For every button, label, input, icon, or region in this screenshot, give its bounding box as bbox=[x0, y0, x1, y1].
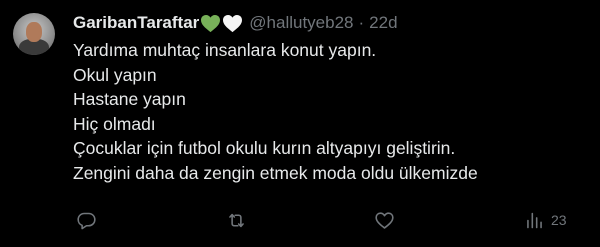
tweet-text-line: Çocuklar için futbol okulu kurın altyapı… bbox=[73, 138, 456, 159]
tweet-header: GaribanTaraftar @hallutyeb28 · 22d bbox=[73, 12, 398, 34]
views-count: 23 bbox=[551, 212, 567, 228]
separator-dot: · bbox=[358, 13, 365, 32]
tweet-text-line: Hiç olmadı bbox=[73, 113, 156, 134]
tweet-text-line: Zengini daha da zengin etmek moda oldu ü… bbox=[73, 162, 478, 183]
white-heart-icon bbox=[223, 14, 243, 32]
tweet-text: Yardıma muhtaç insanlara konut yapın. Ok… bbox=[73, 38, 593, 186]
display-name[interactable]: GaribanTaraftar bbox=[73, 13, 199, 33]
tweet-actions: 23 bbox=[0, 205, 600, 235]
reply-button[interactable] bbox=[76, 209, 97, 231]
retweet-icon bbox=[229, 213, 244, 227]
reply-icon bbox=[77, 212, 96, 229]
tweet-text-line: Yardıma muhtaç insanlara konut yapın. bbox=[73, 40, 377, 60]
avatar[interactable] bbox=[13, 13, 55, 55]
views-button[interactable]: 23 bbox=[524, 209, 567, 231]
green-heart-icon bbox=[201, 14, 221, 32]
tweet[interactable]: GaribanTaraftar @hallutyeb28 · 22d Yardı… bbox=[0, 0, 600, 247]
tweet-timestamp[interactable]: 22d bbox=[369, 13, 397, 33]
heart-icon bbox=[375, 211, 394, 229]
tweet-text-line: Hastane yapın bbox=[73, 89, 186, 110]
avatar-face-shape bbox=[26, 22, 42, 42]
user-handle[interactable]: @hallutyeb28 bbox=[249, 13, 353, 33]
views-icon bbox=[527, 212, 542, 228]
like-button[interactable] bbox=[374, 209, 395, 231]
retweet-button[interactable] bbox=[226, 209, 247, 231]
tweet-text-line: Okul yapın bbox=[73, 64, 157, 85]
